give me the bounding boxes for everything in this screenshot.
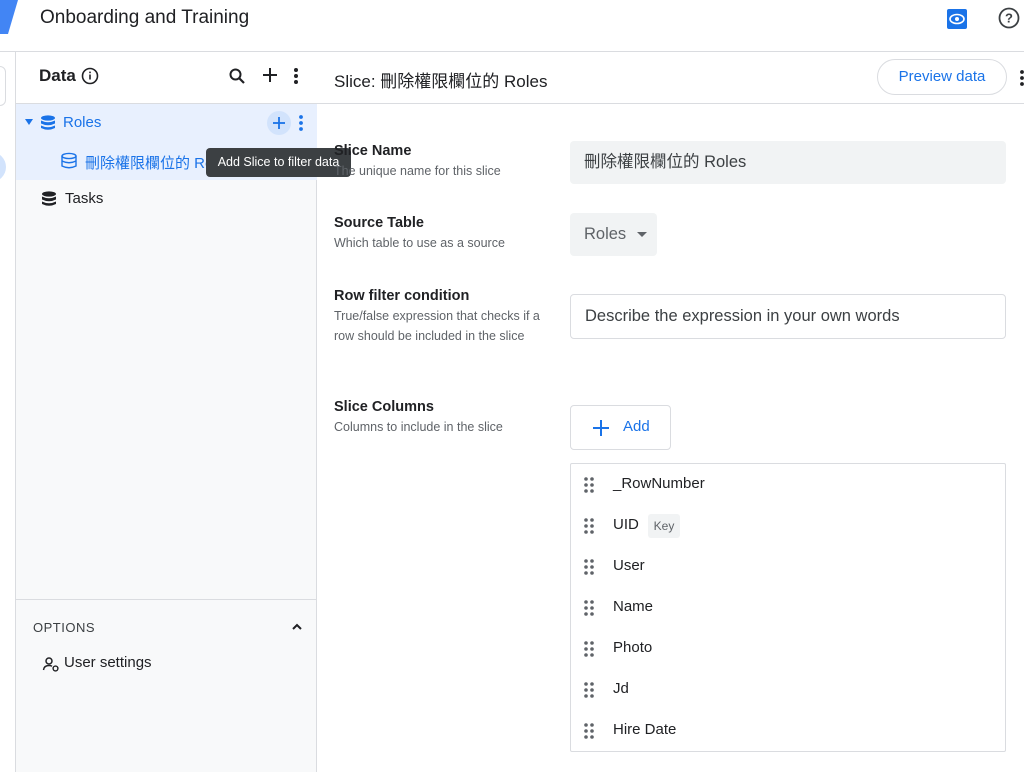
preview-data-button[interactable]: Preview data [877,59,1007,95]
column-name: Hire Date [613,721,677,738]
top-bar: Onboarding and Training ? [0,0,1024,52]
left-rail [0,52,16,772]
search-icon[interactable] [228,67,246,85]
slice-columns-desc: Columns to include in the slice [334,420,503,434]
more-vert-icon[interactable] [296,113,306,133]
drag-handle-icon[interactable] [583,722,595,740]
more-vert-icon[interactable] [1017,68,1024,88]
tree-item-label: Tasks [65,190,104,207]
add-icon [273,117,285,129]
row-filter-desc: True/false expression that checks if a r… [334,309,540,343]
preview-eye-icon[interactable] [946,8,968,30]
column-row[interactable]: Jd [571,669,1005,710]
drag-handle-icon[interactable] [583,476,595,494]
tree-item-label: 刪除權限欄位的 Roles [85,155,215,172]
info-icon[interactable] [81,67,99,85]
column-row[interactable]: Hire Date [571,710,1005,751]
user-settings-item[interactable]: User settings [33,652,293,676]
column-name: Jd [613,680,629,697]
tree-item-label: Roles [63,114,102,131]
drag-handle-icon[interactable] [583,640,595,658]
dropdown-caret-icon [637,232,647,237]
user-settings-icon [42,657,59,672]
drag-handle-icon[interactable] [583,558,595,576]
source-table-desc: Which table to use as a source [334,236,505,250]
column-name: Photo [613,639,653,656]
add-icon[interactable] [261,66,279,84]
source-table-label: Source Table [334,215,424,231]
column-row[interactable]: User [571,546,1005,587]
app-title: Onboarding and Training [40,7,250,28]
slice-name-desc: The unique name for this slice [334,164,501,178]
svg-text:?: ? [1005,11,1013,26]
add-icon [593,420,609,436]
add-column-button[interactable]: Add [570,405,671,450]
more-vert-icon[interactable] [287,66,305,86]
help-icon[interactable]: ? [998,7,1020,29]
source-table-select[interactable]: Roles [570,213,657,256]
drag-handle-icon[interactable] [583,517,595,535]
page-title: Slice: 刪除權限欄位的 Roles [334,72,548,91]
column-row[interactable]: Photo [571,628,1005,669]
main-header: Slice: 刪除權限欄位的 Roles Preview data [317,52,1024,104]
tree-item-roles[interactable]: Roles [16,104,317,142]
column-name: Name [613,598,654,615]
app-logo-icon [0,0,18,34]
rail-selected-indicator [0,152,6,182]
user-settings-label: User settings [64,654,152,671]
add-slice-button[interactable] [267,111,291,135]
row-filter-input[interactable]: Describe the expression in your own word… [570,294,1006,339]
expand-caret-icon[interactable] [25,119,33,125]
drag-handle-icon[interactable] [583,681,595,699]
key-badge: Key [648,514,680,538]
column-row[interactable]: UID Key [571,505,1005,546]
data-panel-title: Data [39,66,76,85]
columns-list: _RowNumber UID Key User Name Photo Jd Hi… [570,463,1006,752]
slice-name-input[interactable]: 刪除權限欄位的 Roles [570,141,1006,184]
column-name: _RowNumber [613,475,705,492]
data-panel-header: Data [16,52,317,104]
slice-columns-label: Slice Columns [334,399,434,415]
column-name: User [613,557,645,574]
tooltip: Add Slice to filter data [206,148,351,177]
tree-item-tasks[interactable]: Tasks [16,180,317,218]
slice-name-label: Slice Name [334,143,412,159]
row-filter-label: Row filter condition [334,288,470,304]
database-icon [41,115,55,130]
chevron-up-icon[interactable] [290,620,304,634]
drag-handle-icon[interactable] [583,599,595,617]
source-table-value: Roles [584,225,627,243]
rail-nav-item[interactable] [0,66,6,106]
column-row[interactable]: Name [571,587,1005,628]
add-column-label: Add [623,418,650,435]
column-name: UID [613,516,639,533]
database-icon [42,191,56,206]
options-title: OPTIONS [33,620,96,635]
slice-database-icon [61,152,77,169]
column-row[interactable]: _RowNumber [571,464,1005,505]
options-section: OPTIONS User settings [16,599,317,772]
